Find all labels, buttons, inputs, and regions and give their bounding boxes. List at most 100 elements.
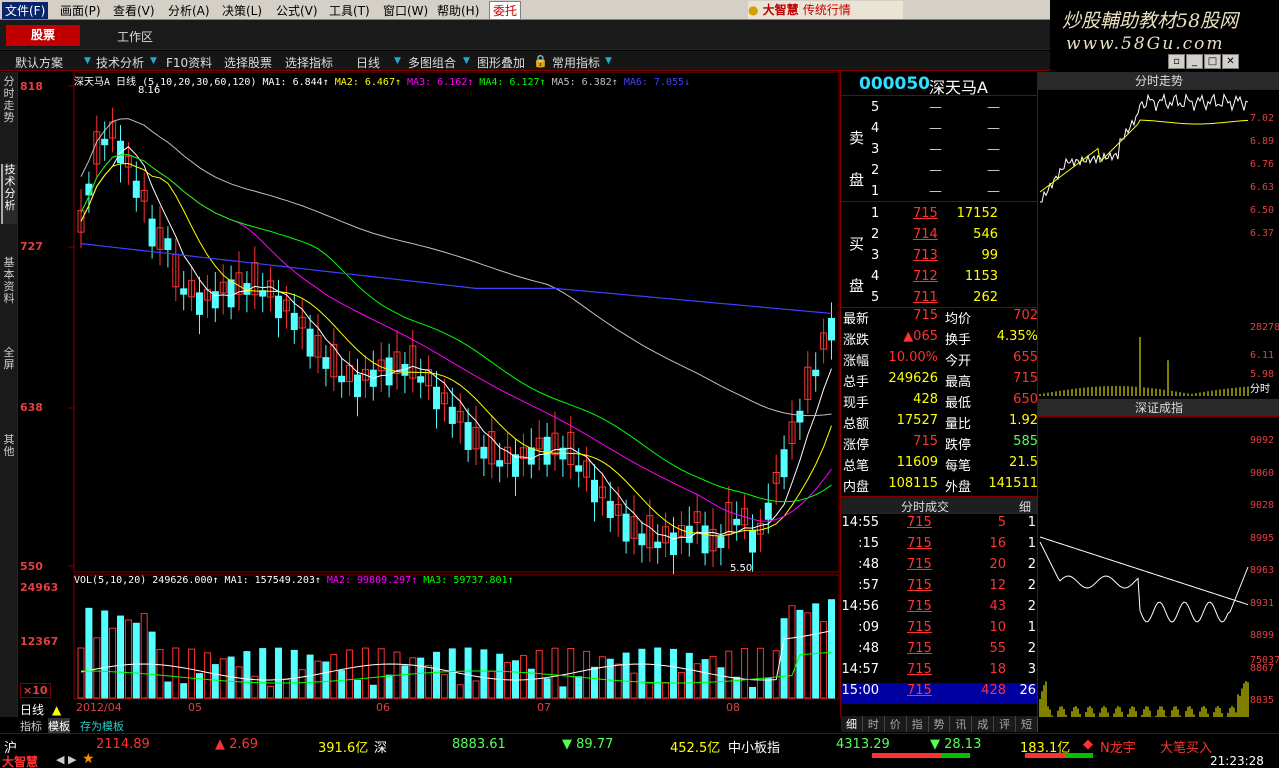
x-tick: 07 (537, 701, 551, 714)
vtab-fullscreen[interactable]: 全屏 (1, 347, 17, 375)
quote-tab[interactable]: 讯 (950, 716, 973, 732)
volume-bar (670, 648, 677, 699)
toolbar-overlay[interactable]: 图形叠加 (477, 54, 525, 71)
quote-tab[interactable]: 价 (885, 716, 907, 732)
stat-value: 17527 (896, 413, 938, 428)
menu-window[interactable]: 窗口(W) (383, 2, 428, 19)
tab-indicator[interactable]: 指标 (20, 718, 42, 734)
restore-icon[interactable]: ▫ (1168, 54, 1185, 69)
tick-row[interactable]: :48 715 55 2 (841, 641, 1038, 662)
vtab-technical[interactable]: 技术分析 (1, 164, 17, 224)
buy-row[interactable]: 4 712 1153 (841, 269, 1038, 290)
star-icon[interactable]: ★ (82, 751, 95, 767)
dropdown-icon[interactable]: ▼ (150, 56, 157, 66)
mini-chart-canvas (1039, 92, 1249, 717)
quote-tab[interactable]: 时 (863, 716, 885, 732)
toolbar-tech[interactable]: 技术分析 (96, 54, 144, 71)
tick-row[interactable]: :48 715 20 2 (841, 557, 1038, 578)
menu-analyze[interactable]: 分析(A) (168, 2, 210, 19)
stat-value: 4.35% (996, 329, 1038, 344)
vtab-other[interactable]: 其他 (1, 434, 17, 462)
close-icon[interactable]: ✕ (1222, 54, 1239, 69)
toolbar-select-index[interactable]: 选择指标 (285, 54, 333, 71)
menu-view[interactable]: 查看(V) (113, 2, 155, 19)
quote-tab[interactable]: 势 (929, 716, 951, 732)
toolbar-scheme[interactable]: 默认方案 (15, 54, 63, 71)
stat-label: 总手 (843, 375, 870, 390)
minimize-icon[interactable]: _ (1186, 54, 1203, 69)
tab-stock[interactable]: 股票 (6, 25, 80, 46)
dropdown-icon[interactable]: ▼ (463, 56, 470, 66)
volume-bar (259, 648, 267, 699)
vtab-fundamental[interactable]: 基本资料 (1, 257, 17, 309)
stat-label: 涨停 (843, 438, 870, 453)
sell-row[interactable]: 4 — — (841, 121, 1038, 142)
menu-decide[interactable]: 决策(L) (222, 2, 262, 19)
candle-body (164, 238, 172, 251)
menu-view-screen[interactable]: 画面(P) (60, 2, 101, 19)
candle-body (338, 375, 346, 383)
menu-help[interactable]: 帮助(H) (437, 2, 479, 19)
tick-row[interactable]: :57 715 12 2 (841, 578, 1038, 599)
tick-row[interactable]: :09 715 10 1 (841, 620, 1038, 641)
period-daily[interactable]: 日线 (20, 701, 44, 718)
tick-row[interactable]: 14:56 715 43 2 (841, 599, 1038, 620)
sell-row[interactable]: 3 — — (841, 142, 1038, 163)
buy-row[interactable]: 2 714 546 (841, 227, 1038, 248)
ticks-detail[interactable]: 细 (1019, 498, 1031, 515)
toolbar-select-stock[interactable]: 选择股票 (224, 54, 272, 71)
dropdown-icon[interactable]: ▼ (84, 56, 91, 66)
candle-body (433, 386, 440, 410)
tick-row[interactable]: 14:57 715 18 3 (841, 662, 1038, 683)
quote-tab[interactable]: 成 (972, 716, 995, 732)
dropdown-icon[interactable]: ▼ (394, 56, 401, 66)
tab-save-template[interactable]: 存为模板 (80, 718, 124, 734)
toolbar-f10[interactable]: F10资料 (166, 54, 212, 71)
volume-bar (480, 649, 488, 699)
price: — (929, 184, 942, 199)
quote-tab[interactable]: 短 (1016, 716, 1039, 732)
tick-row[interactable]: 14:55 715 5 1 (841, 515, 1038, 536)
vtab-intraday[interactable]: 分时走势 (1, 76, 17, 132)
news-stock[interactable]: N龙宇 (1100, 737, 1136, 756)
volume: 262 (973, 290, 998, 305)
prev-arrow-icon[interactable]: ◀ (56, 753, 64, 766)
volume-bar (188, 648, 196, 699)
tick-row[interactable]: 15:00 715 428 26 (841, 683, 1038, 704)
mini2-y-tick: 8931 (1250, 597, 1275, 609)
candle-body (275, 295, 282, 319)
menu-tools[interactable]: 工具(T) (329, 2, 370, 19)
sell-row[interactable]: 5 — — (841, 100, 1038, 121)
candle-body (670, 532, 677, 556)
quote-tab[interactable]: 评 (994, 716, 1017, 732)
buy-row[interactable]: 3 713 99 (841, 248, 1038, 269)
toolbar-multi[interactable]: 多图组合 (408, 54, 456, 71)
tab-template[interactable]: 模板 (48, 718, 70, 734)
menu-file[interactable]: 文件(F) (2, 2, 49, 19)
toolbar-daily[interactable]: 日线 (356, 54, 380, 71)
next-arrow-icon[interactable]: ▶ (68, 753, 76, 766)
sell-row[interactable]: 2 — — (841, 163, 1038, 184)
x-tick: 2012/04 (76, 701, 122, 714)
lock-icon[interactable]: 🔒 (533, 54, 548, 68)
sell-row[interactable]: 1 — — (841, 184, 1038, 205)
volume-bar (488, 670, 496, 699)
dropdown-icon[interactable]: ▼ (605, 56, 612, 66)
candle-body (385, 357, 393, 386)
tick-time: 14:57 (841, 662, 879, 677)
menu-formula[interactable]: 公式(V) (276, 2, 318, 19)
kline-chart[interactable] (18, 72, 840, 717)
quote-tab[interactable]: 指 (907, 716, 929, 732)
tab-workarea[interactable]: 工作区 (117, 28, 153, 45)
candle-body (749, 530, 756, 553)
volume-bar (290, 649, 298, 699)
stat-row: 涨幅 10.00% 今开 655 (841, 350, 1038, 371)
buy-row[interactable]: 1 715 17152 (841, 206, 1038, 227)
entrust-button[interactable]: 委托 (489, 1, 522, 20)
tick-row[interactable]: :15 715 16 1 (841, 536, 1038, 557)
toolbar-common-index[interactable]: 常用指标 (552, 54, 600, 71)
ma-legend: 深天马A 日线 (5,10,20,30,60,120) MA1: 6.844↑ … (74, 73, 690, 88)
maximize-icon[interactable]: □ (1204, 54, 1221, 69)
alert-text[interactable]: 大笔买入 (1160, 737, 1212, 756)
quote-tab[interactable]: 细 (841, 716, 863, 732)
